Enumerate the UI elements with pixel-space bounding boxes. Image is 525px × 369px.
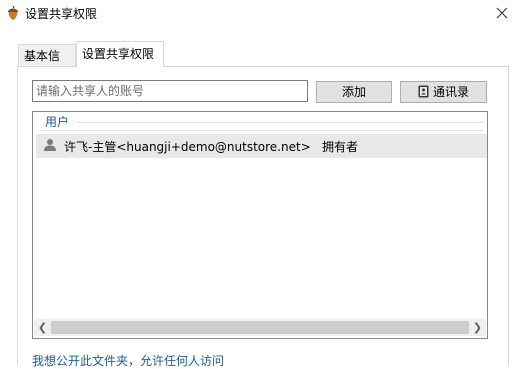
horizontal-scrollbar[interactable]: ❮ ❯ (34, 319, 486, 336)
user-role: 拥有者 (322, 140, 359, 154)
close-button[interactable] (479, 0, 525, 26)
scrollbar-thumb[interactable] (51, 321, 469, 334)
make-public-link[interactable]: 我想公开此文件夹，允许任何人访问 (32, 352, 224, 369)
scroll-left-icon[interactable]: ❮ (34, 319, 51, 336)
user-name: 许飞-主管<huangji+demo@nutstore.net> (64, 140, 311, 154)
window-title: 设置共享权限 (25, 7, 98, 21)
contacts-button[interactable]: 通讯录 (400, 81, 487, 103)
list-header: 用户 (33, 112, 487, 131)
acorn-icon (6, 5, 20, 21)
divider (41, 130, 483, 131)
share-account-input[interactable] (32, 80, 308, 102)
title-bar: 设置共享权限 (0, 0, 525, 26)
add-button[interactable]: 添加 (316, 81, 392, 103)
list-header-label: 用户 (45, 115, 70, 129)
address-book-icon (418, 84, 429, 98)
tab-share-permissions[interactable]: 设置共享权限 (76, 41, 164, 67)
tab-basic-info[interactable]: 基本信息 (18, 44, 76, 85)
divider (77, 122, 483, 123)
contacts-button-label: 通讯录 (432, 85, 469, 99)
user-list: 用户 许飞-主管<huangji+demo@nutstore.net> 拥有者 … (32, 111, 488, 339)
scroll-right-icon[interactable]: ❯ (469, 319, 486, 336)
close-icon (496, 7, 508, 19)
user-icon (43, 138, 57, 152)
list-item[interactable]: 许飞-主管<huangji+demo@nutstore.net> 拥有者 (36, 134, 487, 158)
